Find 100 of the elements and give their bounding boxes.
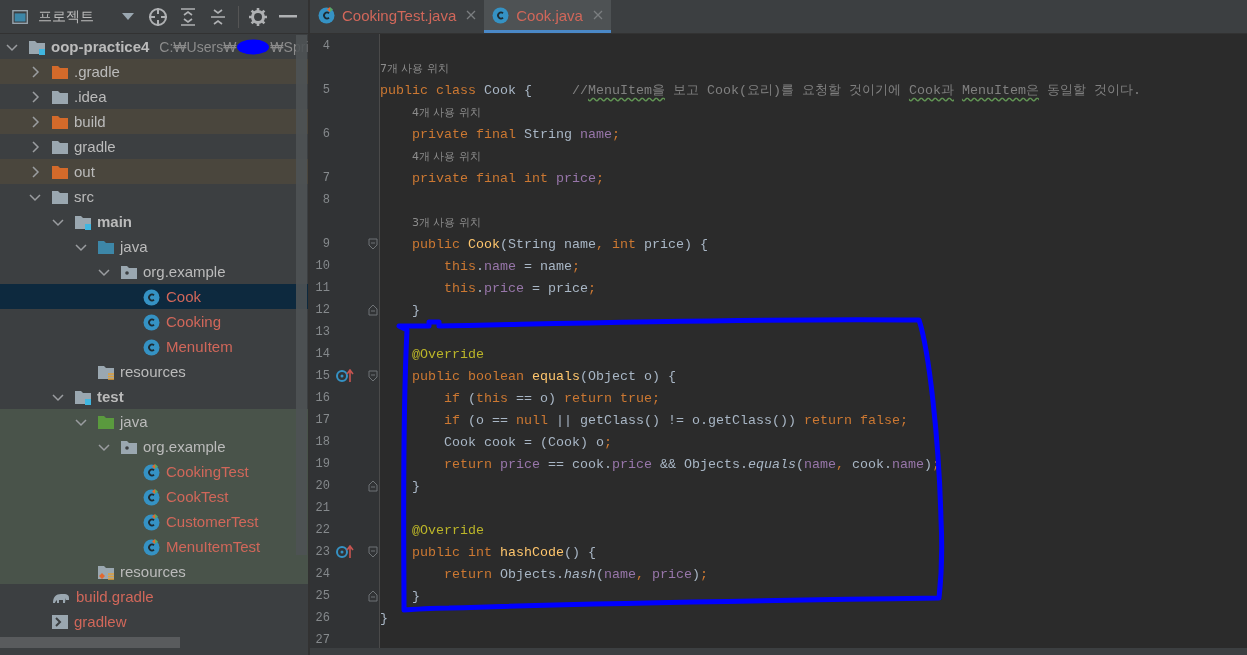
code-line: public int hashCode() { bbox=[411, 544, 596, 560]
test-folder-icon bbox=[97, 413, 115, 430]
line-number: 23 bbox=[314, 545, 330, 559]
folder-icon bbox=[51, 88, 69, 105]
source-folder-icon bbox=[97, 238, 115, 255]
folder-icon bbox=[51, 188, 69, 205]
close-icon[interactable] bbox=[592, 10, 603, 20]
code-line: @Override bbox=[411, 522, 484, 538]
tree-item[interactable]: Cook bbox=[0, 284, 308, 309]
terminal-icon bbox=[51, 613, 69, 630]
test-class-icon bbox=[143, 462, 161, 481]
line-number: 16 bbox=[314, 391, 330, 405]
tree-item[interactable]: MenuItem bbox=[0, 334, 308, 359]
package-icon bbox=[120, 438, 138, 455]
folder-icon bbox=[51, 138, 69, 155]
tree-item[interactable]: org.example bbox=[0, 259, 308, 284]
tree-item[interactable]: test bbox=[0, 384, 308, 409]
panel-title: 프로젝트 bbox=[38, 7, 95, 26]
tree-item[interactable]: CookingTest bbox=[0, 459, 308, 484]
close-icon[interactable] bbox=[466, 10, 477, 20]
tree-item[interactable]: .idea bbox=[0, 84, 308, 109]
tree-item[interactable]: org.example bbox=[0, 434, 308, 459]
line-number: 21 bbox=[314, 501, 330, 515]
scrollbar-thumb[interactable] bbox=[0, 637, 180, 648]
line-number: 18 bbox=[314, 435, 330, 449]
resources-folder-icon bbox=[97, 563, 115, 580]
fold-marker-icon[interactable] bbox=[368, 370, 378, 382]
test-class-icon bbox=[143, 487, 161, 506]
window-icon bbox=[12, 8, 29, 25]
override-icon[interactable] bbox=[336, 545, 354, 559]
resources-folder-icon bbox=[97, 363, 115, 380]
tree-item[interactable]: gradle bbox=[0, 134, 308, 159]
code-line: return Objects.hash(name, price); bbox=[443, 566, 708, 582]
usages-hint[interactable]: 7개 사용 위치 bbox=[380, 60, 449, 76]
code-line: this.name = name; bbox=[443, 258, 580, 274]
code-line: public class Cook { //MenuItem을 보고 Cook(요리)를 요청할 것이기에 Cook과 MenuItem은 동일할 것이다. bbox=[380, 82, 1141, 99]
tree-item[interactable]: src bbox=[0, 184, 308, 209]
code-line: private final String name; bbox=[411, 126, 620, 142]
class-icon bbox=[143, 337, 161, 356]
tree-item[interactable]: java bbox=[0, 234, 308, 259]
usages-hint[interactable]: 3개 사용 위치 bbox=[412, 214, 481, 230]
tree-item[interactable]: java bbox=[0, 409, 308, 434]
line-number: 11 bbox=[314, 281, 330, 295]
module-folder-icon bbox=[74, 388, 92, 405]
line-number: 7 bbox=[321, 171, 330, 185]
tree-item[interactable]: main bbox=[0, 209, 308, 234]
code-line: if (o == null || getClass() != o.getClass()) return false; bbox=[443, 412, 908, 428]
tree-item[interactable]: build.gradle bbox=[0, 584, 308, 609]
line-number: 24 bbox=[314, 567, 330, 581]
line-number: 5 bbox=[321, 83, 330, 97]
tree-item[interactable]: oop-practice4 C:₩Users₩ ₩Spri bbox=[0, 34, 308, 59]
line-number: 19 bbox=[314, 457, 330, 471]
fold-marker-icon[interactable] bbox=[368, 238, 378, 250]
line-number: 12 bbox=[314, 303, 330, 317]
line-number: 25 bbox=[314, 589, 330, 603]
tree-item[interactable]: .gradle bbox=[0, 59, 308, 84]
tree-item[interactable]: out bbox=[0, 159, 308, 184]
test-class-icon bbox=[143, 537, 161, 556]
class-icon bbox=[143, 287, 161, 306]
editor-tab[interactable]: CookingTest.java bbox=[310, 0, 485, 33]
folder-icon bbox=[51, 163, 69, 180]
fold-marker-icon[interactable] bbox=[368, 304, 378, 316]
code-line: } bbox=[411, 302, 420, 318]
class-icon bbox=[143, 312, 161, 331]
folder-icon bbox=[51, 63, 69, 80]
settings-icon[interactable] bbox=[248, 5, 269, 28]
line-number: 27 bbox=[314, 633, 330, 647]
fold-marker-icon[interactable] bbox=[368, 590, 378, 602]
line-number: 15 bbox=[314, 369, 330, 383]
crosshair-icon[interactable] bbox=[147, 5, 168, 28]
redaction-scribble bbox=[236, 38, 271, 55]
line-number: 9 bbox=[321, 237, 330, 251]
tree-item[interactable]: resources bbox=[0, 559, 308, 584]
test-class-icon bbox=[318, 6, 336, 24]
tree-item[interactable]: Cooking bbox=[0, 309, 308, 334]
tree-item[interactable]: resources bbox=[0, 359, 308, 384]
tree-item[interactable]: CustomerTest bbox=[0, 509, 308, 534]
line-number: 8 bbox=[321, 193, 330, 207]
package-icon bbox=[120, 263, 138, 280]
code-line: private final int price; bbox=[411, 170, 604, 186]
code-line: } bbox=[411, 588, 420, 604]
fold-marker-icon[interactable] bbox=[368, 546, 378, 558]
usages-hint[interactable]: 4개 사용 위치 bbox=[412, 104, 481, 120]
line-number: 6 bbox=[321, 127, 330, 141]
tree-item[interactable]: build bbox=[0, 109, 308, 134]
code-line: @Override bbox=[411, 346, 484, 362]
line-number: 20 bbox=[314, 479, 330, 493]
tree-item[interactable]: gradlew bbox=[0, 609, 308, 634]
folder-icon bbox=[51, 113, 69, 130]
test-class-icon bbox=[143, 512, 161, 531]
project-path: C:₩Users₩ bbox=[159, 38, 237, 55]
module-folder-icon bbox=[74, 213, 92, 230]
code-line: Cook cook = (Cook) o; bbox=[443, 434, 612, 450]
override-icon[interactable] bbox=[336, 369, 354, 383]
usages-hint[interactable]: 4개 사용 위치 bbox=[412, 148, 481, 164]
line-number: 13 bbox=[314, 325, 330, 339]
line-number: 10 bbox=[314, 259, 330, 273]
fold-marker-icon[interactable] bbox=[368, 480, 378, 492]
tree-item[interactable]: CookTest bbox=[0, 484, 308, 509]
line-number: 17 bbox=[314, 413, 330, 427]
